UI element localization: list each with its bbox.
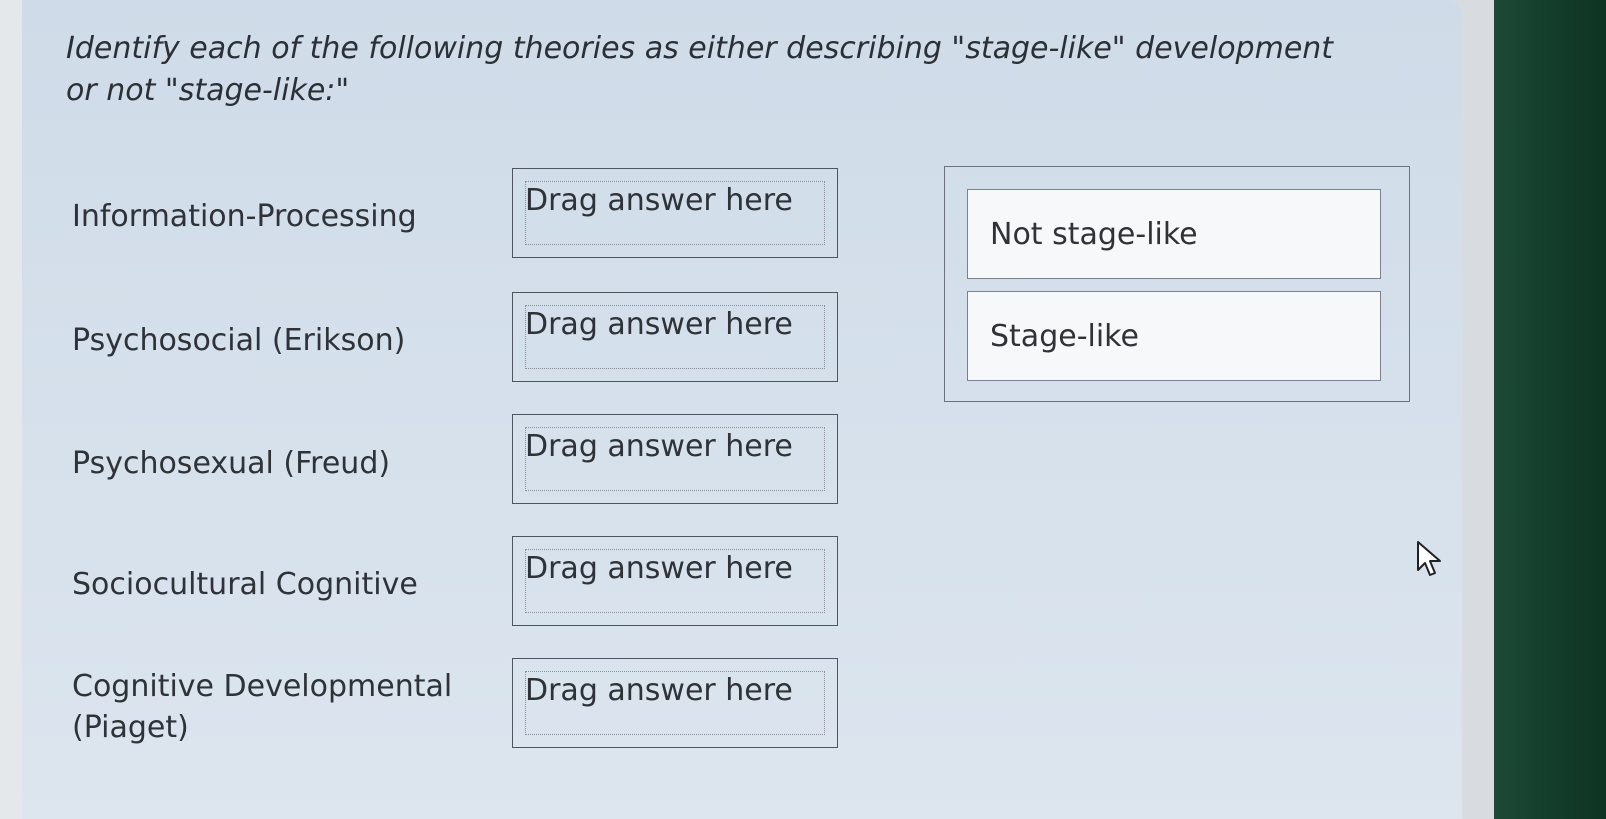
theory-label-psychosocial: Psychosocial (Erikson): [72, 323, 406, 358]
drop-target-placeholder: Drag answer here: [525, 673, 793, 708]
screen: Identify each of the following theories …: [0, 0, 1606, 819]
screen-bezel: [1494, 0, 1606, 819]
drop-target-information-processing[interactable]: Drag answer here: [512, 168, 838, 258]
drop-target-cognitive-developmental[interactable]: Drag answer here: [512, 658, 838, 748]
question-panel: Identify each of the following theories …: [22, 0, 1462, 819]
arrow-cursor-icon: [1417, 541, 1441, 576]
drop-target-placeholder: Drag answer here: [525, 429, 793, 464]
answer-chip-stage-like[interactable]: Stage-like: [967, 291, 1381, 381]
theory-label-cognitive-developmental: Cognitive Developmental (Piaget): [72, 669, 453, 745]
drop-target-placeholder: Drag answer here: [525, 183, 793, 218]
drop-target-psychosexual[interactable]: Drag answer here: [512, 414, 838, 504]
theory-label-sociocultural: Sociocultural Cognitive: [72, 567, 418, 602]
theory-label-psychosexual: Psychosexual (Freud): [72, 446, 391, 481]
drop-target-placeholder: Drag answer here: [525, 551, 793, 586]
theory-label-information-processing: Information-Processing: [72, 199, 417, 234]
answer-chip-not-stage-like[interactable]: Not stage-like: [967, 189, 1381, 279]
question-text: Identify each of the following theories …: [66, 31, 1334, 108]
answer-bank: Not stage-like Stage-like: [944, 166, 1410, 402]
drop-target-psychosocial[interactable]: Drag answer here: [512, 292, 838, 382]
drop-target-sociocultural[interactable]: Drag answer here: [512, 536, 838, 626]
drop-target-placeholder: Drag answer here: [525, 307, 793, 342]
